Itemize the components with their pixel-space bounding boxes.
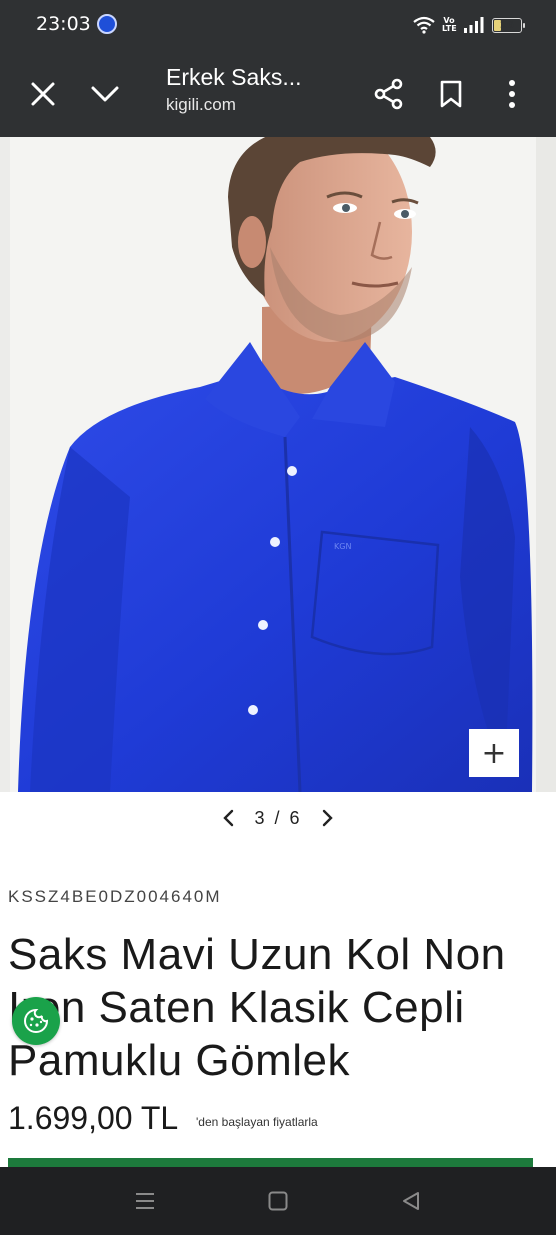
prev-image-button[interactable]: [216, 806, 240, 830]
total-images: 6: [289, 807, 302, 828]
next-image-button[interactable]: [316, 806, 340, 830]
status-bar: 23:03 Vo LTE 26: [0, 0, 556, 50]
image-counter: 3 / 6: [254, 808, 301, 829]
volte-indicator: Vo LTE: [442, 16, 457, 33]
back-triangle-icon: [403, 1192, 419, 1210]
page-url: kigili.com: [166, 95, 236, 114]
bookmark-icon: [440, 80, 462, 108]
product-price: 1.699,00 TL: [8, 1100, 179, 1136]
custom-tab-header: Erkek Saks... kigili.com: [0, 50, 556, 137]
status-indicators: Vo LTE 26: [413, 14, 525, 36]
bookmark-button[interactable]: [429, 72, 473, 116]
more-vert-icon: [509, 80, 515, 108]
image-pager: 3 / 6: [0, 800, 556, 836]
battery-level: 26: [500, 19, 514, 31]
home-square-icon: [268, 1191, 288, 1211]
price-note: 'den başlayan fiyatlarla: [196, 1115, 318, 1129]
status-time: 23:03: [36, 13, 91, 35]
product-title: Saks Mavi Uzun Kol Non Iron Saten Klasik…: [8, 930, 506, 1085]
menu-icon: [136, 1193, 154, 1209]
current-image-index: 3: [254, 807, 267, 828]
zoom-button[interactable]: +: [469, 729, 519, 777]
share-icon: [374, 78, 403, 110]
minimize-button[interactable]: [83, 72, 127, 116]
page-title-block: Erkek Saks... kigili.com: [166, 64, 301, 115]
chevron-down-icon: [91, 86, 119, 102]
page-title: Erkek Saks...: [166, 64, 302, 90]
battery-icon: 26: [492, 17, 525, 33]
chevron-right-icon: [322, 809, 333, 827]
brand-embroidery: KGN: [334, 542, 351, 551]
close-button[interactable]: [21, 72, 65, 116]
chevron-left-icon: [223, 809, 234, 827]
product-sku: KSSZ4BE0DZ004640M: [8, 887, 222, 906]
signal-icon: [464, 17, 484, 33]
product-image-gallery[interactable]: KGN +: [0, 137, 556, 792]
app-notification-icon: [97, 14, 117, 34]
wifi-icon: [413, 16, 435, 34]
share-button[interactable]: [367, 72, 411, 116]
more-options-button[interactable]: [490, 72, 534, 116]
cookie-icon: [24, 1008, 49, 1033]
recent-apps-button[interactable]: [131, 1187, 159, 1215]
cookie-settings-button[interactable]: [12, 997, 60, 1045]
product-photo: KGN: [0, 137, 556, 792]
counter-separator: /: [274, 807, 282, 828]
system-nav-bar: [0, 1167, 556, 1235]
back-button[interactable]: [397, 1187, 425, 1215]
close-icon: [31, 82, 55, 106]
home-button[interactable]: [264, 1187, 292, 1215]
